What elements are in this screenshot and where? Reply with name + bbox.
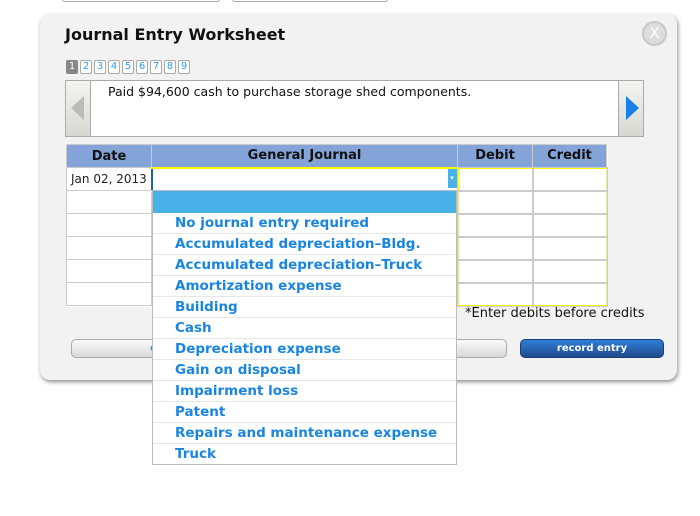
debit-input[interactable] <box>456 235 534 261</box>
option-patent[interactable]: Patent <box>153 402 456 423</box>
pagination: 1 2 3 4 5 6 7 8 9 <box>66 60 190 74</box>
table-row: Jan 02, 2013 ▾ <box>66 166 608 192</box>
credit-input[interactable] <box>531 189 608 215</box>
next-button[interactable] <box>618 80 644 137</box>
credit-input[interactable] <box>531 258 608 284</box>
header-credit: Credit <box>532 144 607 168</box>
page-9[interactable]: 9 <box>178 60 190 74</box>
option-building[interactable]: Building <box>153 297 456 318</box>
date-cell <box>66 236 152 260</box>
option-truck[interactable]: Truck <box>153 444 456 465</box>
date-cell <box>66 190 152 214</box>
option-gain-disposal[interactable]: Gain on disposal <box>153 360 456 381</box>
dialog-title: Journal Entry Worksheet <box>65 25 286 44</box>
account-select[interactable]: ▾ <box>150 166 459 192</box>
page-7[interactable]: 7 <box>150 60 162 74</box>
credit-input[interactable] <box>531 281 608 307</box>
date-cell <box>66 213 152 237</box>
page-1[interactable]: 1 <box>66 60 78 74</box>
arrow-right-icon <box>626 96 639 120</box>
credit-input[interactable] <box>531 166 608 192</box>
background-tab <box>62 0 220 2</box>
page-3[interactable]: 3 <box>94 60 106 74</box>
credit-input[interactable] <box>531 235 608 261</box>
header-journal: General Journal <box>151 144 458 168</box>
page-5[interactable]: 5 <box>122 60 134 74</box>
background-tab <box>232 0 388 2</box>
transaction-panel: Paid $94,600 cash to purchase storage sh… <box>65 80 644 137</box>
debit-input[interactable] <box>456 166 534 192</box>
option-cash[interactable]: Cash <box>153 318 456 339</box>
option-accum-dep-bldg[interactable]: Accumulated depreciation–Bldg. <box>153 234 456 255</box>
debit-input[interactable] <box>456 281 534 307</box>
close-icon[interactable]: X <box>642 21 667 46</box>
option-amortization[interactable]: Amortization expense <box>153 276 456 297</box>
account-dropdown: No journal entry required Accumulated de… <box>152 190 457 465</box>
record-entry-button[interactable]: record entry <box>520 339 664 358</box>
header-debit: Debit <box>457 144 533 168</box>
date-cell <box>66 282 152 306</box>
page-4[interactable]: 4 <box>108 60 120 74</box>
entry-note: *Enter debits before credits <box>465 306 645 321</box>
option-accum-dep-truck[interactable]: Accumulated depreciation–Truck <box>153 255 456 276</box>
page-8[interactable]: 8 <box>164 60 176 74</box>
chevron-down-icon[interactable]: ▾ <box>447 168 457 188</box>
page-6[interactable]: 6 <box>136 60 148 74</box>
debit-input[interactable] <box>456 258 534 284</box>
page-2[interactable]: 2 <box>80 60 92 74</box>
date-cell <box>66 259 152 283</box>
option-depreciation[interactable]: Depreciation expense <box>153 339 456 360</box>
date-cell: Jan 02, 2013 <box>66 167 152 191</box>
transaction-description: Paid $94,600 cash to purchase storage sh… <box>108 84 472 99</box>
debit-input[interactable] <box>456 189 534 215</box>
arrow-left-icon <box>71 96 84 120</box>
option-impairment[interactable]: Impairment loss <box>153 381 456 402</box>
header-date: Date <box>66 144 152 168</box>
dropdown-highlight-empty[interactable] <box>153 191 456 213</box>
option-repairs[interactable]: Repairs and maintenance expense <box>153 423 456 444</box>
option-no-entry[interactable]: No journal entry required <box>153 213 456 234</box>
credit-input[interactable] <box>531 212 608 238</box>
prev-button[interactable] <box>65 80 91 137</box>
debit-input[interactable] <box>456 212 534 238</box>
